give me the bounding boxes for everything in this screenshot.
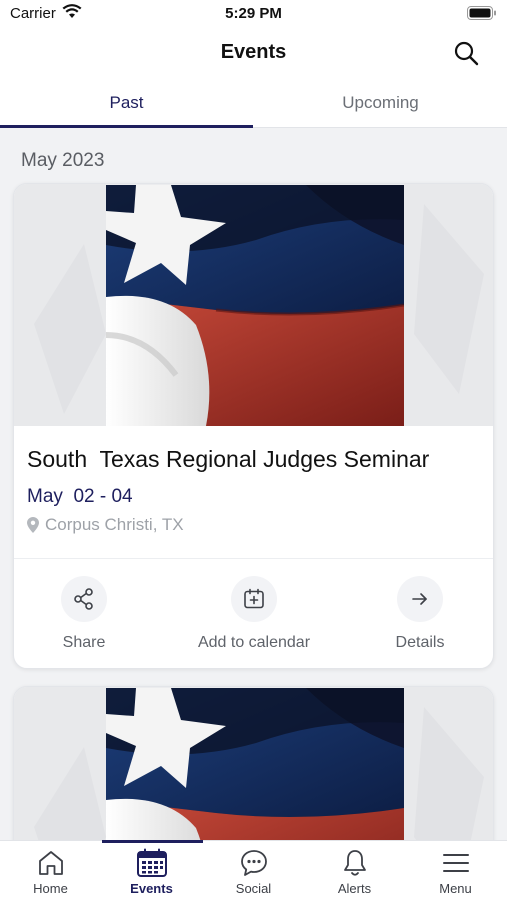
share-icon-circle [61, 576, 107, 622]
chat-bubble-icon [240, 850, 267, 876]
nav-menu[interactable]: Menu [405, 841, 506, 900]
bottom-tab-bar: Home Events Social Alerts Menu [0, 840, 507, 900]
details-button[interactable]: Details [350, 576, 490, 652]
calendar-add-icon [244, 588, 264, 609]
nav-header: Events [0, 28, 507, 80]
page-title: Events [220, 41, 287, 63]
location-pin-icon [27, 517, 39, 533]
home-icon [38, 851, 63, 875]
status-bar: Carrier 5:29 PM [0, 0, 507, 28]
month-section-title: May 2023 [21, 150, 105, 171]
add-to-calendar-label: Add to calendar [197, 634, 311, 651]
nav-home-label: Home [33, 881, 68, 896]
search-icon[interactable] [453, 40, 479, 66]
nav-events-label: Events [130, 881, 173, 896]
calendar-icon-circle [231, 576, 277, 622]
details-label: Details [395, 634, 445, 651]
event-title[interactable]: South Texas Regional Judges Seminar [27, 446, 429, 473]
event-date: May 02 - 04 [27, 486, 133, 507]
status-time: 5:29 PM [225, 5, 282, 22]
event-banner [14, 184, 493, 426]
nav-home[interactable]: Home [0, 841, 101, 900]
details-icon-circle [397, 576, 443, 622]
event-tabs: Past Upcoming [0, 80, 507, 128]
event-card[interactable]: South Texas Regional Judges Seminar May … [13, 183, 494, 669]
event-location-text: Corpus Christi, TX [45, 515, 184, 534]
tab-selected-indicator [0, 125, 253, 128]
tab-upcoming[interactable]: Upcoming [254, 80, 507, 128]
share-label: Share [62, 634, 106, 651]
bell-icon [343, 850, 366, 876]
nav-social-label: Social [235, 881, 272, 896]
event-location: Corpus Christi, TX [27, 515, 184, 535]
tab-past[interactable]: Past [0, 80, 253, 128]
nav-alerts-label: Alerts [337, 881, 372, 896]
calendar-icon [136, 848, 167, 877]
share-button[interactable]: Share [14, 576, 154, 652]
arrow-right-icon [412, 593, 427, 605]
hamburger-menu-icon [442, 854, 469, 872]
texas-flag-image [106, 185, 404, 426]
add-to-calendar-button[interactable]: Add to calendar [184, 576, 324, 652]
nav-menu-label: Menu [439, 881, 472, 896]
nav-social[interactable]: Social [203, 841, 304, 900]
share-icon [74, 588, 93, 610]
battery-icon [467, 6, 496, 20]
card-divider [14, 558, 493, 559]
nav-alerts[interactable]: Alerts [304, 841, 405, 900]
nav-events[interactable]: Events [101, 841, 202, 900]
